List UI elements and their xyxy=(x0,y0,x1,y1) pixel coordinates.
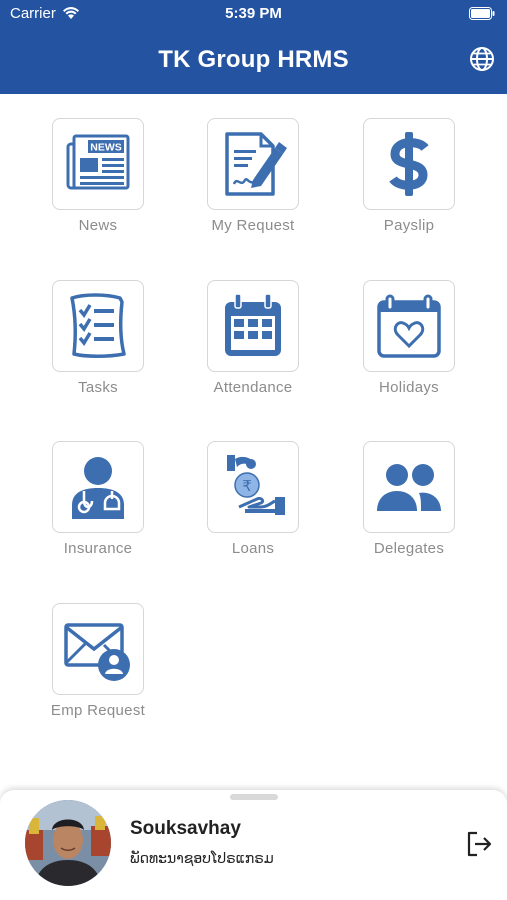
tasks-tile[interactable] xyxy=(52,280,144,372)
battery-icon xyxy=(469,7,495,20)
menu-label: Loans xyxy=(231,540,275,557)
svg-text:NEWS: NEWS xyxy=(90,142,122,154)
envelope-user-icon xyxy=(64,623,130,681)
calendar-heart-icon xyxy=(377,294,441,358)
emp-request-tile[interactable] xyxy=(52,603,144,695)
people-icon xyxy=(377,464,441,511)
loans-tile[interactable]: ₹ xyxy=(207,441,299,533)
attendance-tile[interactable] xyxy=(207,280,299,372)
dollar-icon xyxy=(389,132,429,196)
menu-delegates[interactable]: Delegates xyxy=(339,441,479,571)
app-header: TK Group HRMS xyxy=(0,28,507,94)
rupee-loan-icon: ₹ xyxy=(227,455,285,515)
user-photo xyxy=(25,800,111,886)
menu-my-request[interactable]: My Request xyxy=(183,118,323,248)
menu-tasks[interactable]: Tasks xyxy=(28,280,168,410)
menu-label: My Request xyxy=(211,217,295,234)
doctor-icon xyxy=(72,457,124,519)
delegates-tile[interactable] xyxy=(363,441,455,533)
globe-icon[interactable] xyxy=(469,46,495,72)
clock: 5:39 PM xyxy=(225,5,282,22)
menu-label: Delegates xyxy=(373,540,445,557)
my-request-tile[interactable] xyxy=(207,118,299,210)
menu-label: Insurance xyxy=(63,540,133,557)
newspaper-icon: NEWS xyxy=(66,134,130,190)
menu-emp-request[interactable]: Emp Request xyxy=(28,603,168,733)
menu-attendance[interactable]: Attendance xyxy=(183,280,323,410)
svg-text:₹: ₹ xyxy=(242,477,252,495)
user-name: Souksavhay xyxy=(130,818,241,839)
user-panel: Souksavhay ພັດທະນາຊອບໂປຣແກຣມ xyxy=(0,790,507,900)
menu-payslip[interactable]: Payslip xyxy=(339,118,479,248)
calendar-grid-icon xyxy=(225,293,281,356)
status-bar: Carrier 5:39 PM xyxy=(0,0,507,28)
logout-icon[interactable] xyxy=(465,830,493,858)
menu-news[interactable]: NEWS News xyxy=(28,118,168,248)
menu-label: Tasks xyxy=(78,379,118,396)
payslip-tile[interactable] xyxy=(363,118,455,210)
menu-label: Attendance xyxy=(213,379,293,396)
menu-holidays[interactable]: Holidays xyxy=(339,280,479,410)
app-title: TK Group HRMS xyxy=(158,46,349,73)
document-signature-icon xyxy=(225,132,287,196)
sheet-grabber-handle[interactable] xyxy=(230,794,278,800)
news-tile[interactable]: NEWS xyxy=(52,118,144,210)
checklist-icon xyxy=(70,293,126,358)
avatar xyxy=(25,800,111,886)
holidays-tile[interactable] xyxy=(363,280,455,372)
menu-insurance[interactable]: Insurance xyxy=(28,441,168,571)
user-department: ພັດທະນາຊອບໂປຣແກຣມ xyxy=(130,850,274,866)
menu-label: Holidays xyxy=(379,379,439,396)
insurance-tile[interactable] xyxy=(52,441,144,533)
menu-label: Emp Request xyxy=(50,702,146,719)
menu-label: News xyxy=(78,217,118,234)
menu-loans[interactable]: ₹ Loans xyxy=(183,441,323,571)
menu-label: Payslip xyxy=(383,217,435,234)
